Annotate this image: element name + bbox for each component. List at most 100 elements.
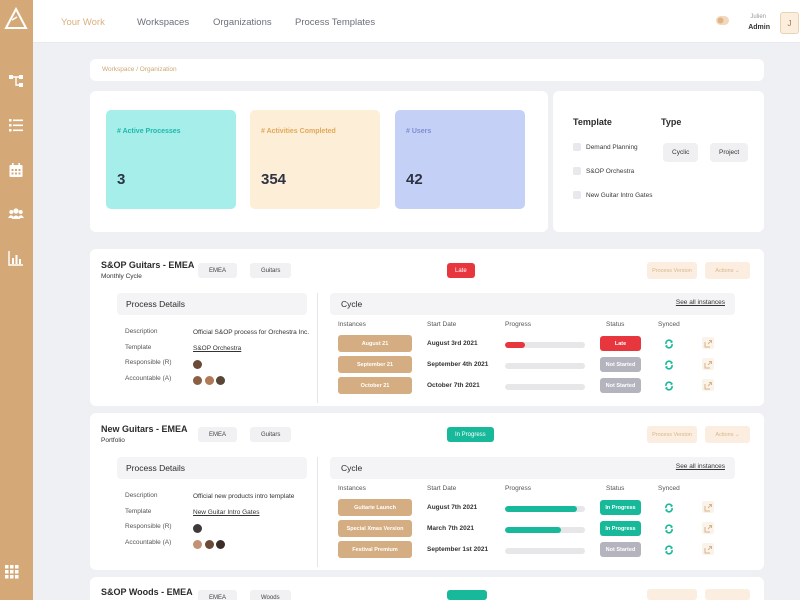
avatar[interactable]: [193, 540, 202, 549]
avatar[interactable]: [193, 524, 202, 533]
template-label: Template: [125, 344, 152, 351]
sync-icon[interactable]: [664, 381, 674, 391]
process-subtitle: Monthly Cycle: [101, 273, 142, 280]
template-link[interactable]: S&OP Orchestra: [193, 345, 241, 352]
tag-region[interactable]: EMEA: [198, 427, 238, 442]
stat-value: 354: [261, 171, 287, 188]
status-badge: In Progress: [600, 521, 641, 536]
list-icon[interactable]: [4, 113, 28, 137]
stat-users: # Users 42: [395, 110, 525, 209]
external-link-icon[interactable]: [702, 543, 714, 555]
column-header: Progress: [505, 485, 532, 492]
external-link-icon[interactable]: [702, 379, 714, 391]
cycle-header: Cycle See all instances: [330, 457, 735, 479]
see-all-instances-link[interactable]: See all instances: [676, 463, 725, 470]
template-filter-label: Demand Planning: [586, 143, 638, 151]
breadcrumb[interactable]: Workspace / Organization: [102, 66, 177, 73]
process-title[interactable]: S&OP Woods - EMEA: [101, 587, 193, 597]
template-link[interactable]: New Guitar Intro Gates: [193, 509, 259, 516]
process-version-button[interactable]: Process Version: [647, 262, 697, 279]
actions-button[interactable]: Actions ⌄: [705, 426, 750, 443]
template-filter-new-guitar-intro[interactable]: New Guitar Intro Gates: [573, 191, 652, 199]
users-icon[interactable]: [4, 202, 28, 226]
instance-button[interactable]: Special Xmas Version: [338, 520, 412, 537]
chevron-down-icon: ⌄: [734, 267, 740, 274]
details-title: Process Details: [126, 463, 186, 473]
process-title[interactable]: S&OP Guitars - EMEA: [101, 260, 194, 270]
nav-workspaces[interactable]: Workspaces: [137, 17, 189, 28]
checkbox[interactable]: [573, 167, 581, 175]
template-filter-demand-planning[interactable]: Demand Planning: [573, 143, 638, 151]
external-link-icon[interactable]: [702, 522, 714, 534]
actions-button[interactable]: Actions ⌄: [705, 262, 750, 279]
avatar[interactable]: [216, 376, 225, 385]
process-version-button[interactable]: [647, 589, 697, 600]
see-all-instances-link[interactable]: See all instances: [676, 299, 725, 306]
external-link-icon[interactable]: [702, 337, 714, 349]
details-header: Process Details: [117, 293, 307, 315]
avatar[interactable]: [216, 540, 225, 549]
calendar-icon[interactable]: [4, 158, 28, 182]
process-title[interactable]: New Guitars - EMEA: [101, 424, 188, 434]
nav-organizations[interactable]: Organizations: [213, 17, 272, 28]
start-date: September 1st 2021: [427, 546, 489, 553]
sync-icon[interactable]: [664, 503, 674, 513]
column-header: Instances: [338, 321, 366, 328]
avatar[interactable]: J: [780, 12, 799, 34]
start-date: August 7th 2021: [427, 504, 478, 511]
details-header: Process Details: [117, 457, 307, 479]
checkbox[interactable]: [573, 143, 581, 151]
tag-region[interactable]: EMEA: [198, 590, 238, 600]
external-link-icon[interactable]: [702, 501, 714, 513]
column-header: Start Date: [427, 321, 457, 328]
description-label: Description: [125, 328, 158, 335]
type-cyclic-button[interactable]: Cyclic: [663, 143, 699, 162]
instance-button[interactable]: October 21: [338, 377, 412, 394]
template-filter-label: New Guitar Intro Gates: [586, 191, 653, 199]
tag-category[interactable]: Woods: [250, 590, 291, 600]
description-value: Official new products intro template: [193, 493, 295, 500]
instance-button[interactable]: Festival Premium: [338, 541, 412, 558]
sync-icon[interactable]: [664, 360, 674, 370]
logo-triangle-icon[interactable]: [3, 6, 29, 32]
hierarchy-icon[interactable]: [4, 69, 28, 93]
nav-process-templates[interactable]: Process Templates: [295, 17, 375, 28]
avatar[interactable]: [205, 540, 214, 549]
sync-icon[interactable]: [664, 339, 674, 349]
column-header: Instances: [338, 485, 366, 492]
tag-category[interactable]: Guitars: [250, 263, 292, 278]
instance-button[interactable]: August 21: [338, 335, 412, 352]
column-header: Synced: [658, 485, 680, 492]
actions-button[interactable]: [705, 589, 750, 600]
details-title: Process Details: [126, 299, 186, 309]
external-link-icon[interactable]: [702, 358, 714, 370]
type-project-button[interactable]: Project: [710, 143, 749, 162]
user-role: Admin: [748, 24, 770, 31]
nav-your-work[interactable]: Your Work: [61, 17, 105, 28]
instance-button[interactable]: September 21: [338, 356, 412, 373]
accountable-label: Accountable (A): [125, 375, 172, 382]
progress-bar: [505, 527, 585, 533]
avatar[interactable]: [193, 376, 202, 385]
checkbox[interactable]: [573, 191, 581, 199]
toggle-icon[interactable]: [716, 16, 729, 25]
sync-icon[interactable]: [664, 545, 674, 555]
instance-button[interactable]: Guitarie Launch: [338, 499, 412, 516]
bar-chart-icon[interactable]: [4, 246, 28, 270]
stat-label: # Activities Completed: [261, 128, 336, 135]
avatar[interactable]: [205, 376, 214, 385]
process-version-button[interactable]: Process Version: [647, 426, 697, 443]
tag-category[interactable]: Guitars: [250, 427, 292, 442]
avatar[interactable]: [193, 360, 202, 369]
tag-region[interactable]: EMEA: [198, 263, 238, 278]
stat-label: # Active Processes: [117, 128, 181, 135]
sync-icon[interactable]: [664, 524, 674, 534]
process-card: S&OP Woods - EMEA EMEA Woods: [90, 577, 764, 600]
status-badge: Late: [447, 263, 475, 278]
stat-activities-completed: # Activities Completed 354: [250, 110, 380, 209]
template-filter-sop-orchestra[interactable]: S&OP Orchestra: [573, 167, 634, 175]
stats-panel: # Active Processes 3 # Activities Comple…: [90, 91, 548, 232]
apps-grid-icon[interactable]: [5, 565, 19, 579]
status-badge: In Progress: [447, 427, 494, 442]
template-filter-label: S&OP Orchestra: [586, 167, 635, 175]
